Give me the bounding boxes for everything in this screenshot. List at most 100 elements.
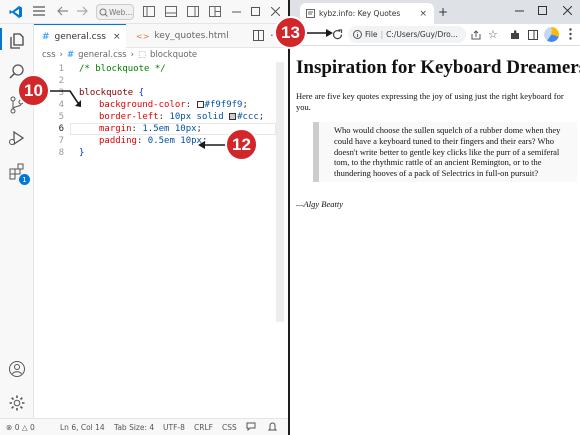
browser-tab-title: kybz.info: Key Quotes — [319, 9, 401, 18]
css-value: 0.5em 10px — [147, 136, 202, 146]
address-bar[interactable]: File | C:/Users/Guy/Dro... — [348, 26, 466, 43]
more-menu-icon[interactable] — [569, 28, 572, 40]
breadcrumb: css › # general.css › ⬚ blockquote — [34, 48, 288, 62]
code-line: background-color: #f9f9f9; — [99, 100, 248, 110]
page-heading: Inspiration for Keyboard Dreamers — [296, 57, 580, 78]
code-editor[interactable]: 1 /* blockquote */ 2 3 blockquote { 4 ba… — [34, 62, 288, 418]
callout-12-arrow — [198, 141, 226, 149]
chevron-right-icon: › — [59, 50, 63, 60]
account-icon[interactable] — [0, 354, 34, 384]
command-center-search[interactable]: Web... — [96, 4, 134, 20]
tab-label: general.css — [54, 31, 106, 42]
css-value: 1.5em 10px — [142, 124, 197, 134]
css-value-prefix: 10px solid — [169, 112, 230, 122]
close-icon[interactable] — [271, 7, 280, 16]
editor-scrollbar[interactable] — [276, 62, 284, 322]
restore-icon[interactable] — [538, 6, 547, 15]
code-line: blockquote { — [79, 87, 144, 99]
info-icon[interactable] — [353, 30, 362, 39]
line-number: 5 — [58, 112, 64, 122]
problems-indicator[interactable]: ⊗ 0 △ 0 — [6, 423, 35, 432]
feedback-icon[interactable] — [246, 422, 256, 431]
breadcrumb-symbol[interactable]: blockquote — [150, 50, 197, 60]
vscode-logo-icon — [9, 5, 23, 19]
tab-key-quotes-html[interactable]: <> key_quotes.html — [126, 24, 251, 48]
color-swatch[interactable] — [196, 101, 204, 108]
search-icon — [99, 8, 108, 17]
toggle-sidebar-icon[interactable] — [143, 6, 155, 17]
address-scheme-label: File — [365, 30, 378, 39]
line-number: 1 — [58, 64, 64, 74]
callout-13: 13 — [274, 16, 307, 49]
tab-general-css[interactable]: # general.css × — [34, 24, 126, 48]
tab-size[interactable]: Tab Size: 4 — [114, 423, 154, 432]
html-file-icon: <> — [136, 31, 150, 41]
language-mode[interactable]: CSS — [222, 423, 237, 432]
forward-arrow-icon[interactable] — [76, 6, 88, 16]
code-line: padding: 0.5em 10px; — [99, 136, 208, 146]
close-icon[interactable] — [563, 6, 572, 15]
share-icon[interactable] — [471, 30, 481, 40]
error-count: 0 — [14, 423, 20, 432]
warning-icon: △ — [21, 423, 28, 432]
line-number: 6 — [58, 124, 64, 134]
css-property: border-left — [99, 112, 159, 122]
css-file-icon: # — [66, 50, 75, 60]
new-tab-button[interactable]: + — [438, 5, 448, 19]
browser-tab[interactable]: kybz.info: Key Quotes × — [300, 3, 434, 24]
run-debug-icon[interactable] — [0, 123, 34, 153]
toggle-panel-icon[interactable] — [165, 6, 177, 17]
bookmark-star-icon[interactable]: ☆ — [488, 28, 498, 41]
color-swatch[interactable] — [229, 113, 237, 120]
explorer-icon[interactable] — [0, 26, 34, 56]
address-text: C:/Users/Guy/Dro... — [386, 30, 458, 39]
open-brace: { — [133, 88, 145, 98]
css-property: background-color — [99, 100, 186, 110]
extensions-icon[interactable]: 1 — [0, 156, 34, 186]
css-property: margin — [99, 124, 132, 134]
search-text: Web... — [109, 7, 133, 17]
customize-layout-icon[interactable] — [209, 6, 221, 17]
minimize-icon[interactable] — [232, 11, 241, 13]
encoding[interactable]: UTF-8 — [163, 423, 185, 432]
error-icon: ⊗ — [6, 423, 13, 432]
back-arrow-icon[interactable] — [57, 6, 69, 16]
css-selector: blockquote — [79, 88, 134, 98]
extensions-puzzle-icon[interactable] — [510, 30, 520, 40]
breadcrumb-folder[interactable]: css — [42, 50, 56, 60]
editor-tabs: # general.css × <> key_quotes.html … — [34, 24, 288, 48]
browser-tab-strip: kybz.info: Key Quotes × + — [290, 0, 580, 24]
warning-count: 0 — [30, 423, 35, 432]
page-intro: Here are five key quotes expressing the … — [296, 91, 564, 112]
css-file-icon: # — [42, 31, 50, 42]
profile-avatar[interactable] — [544, 27, 559, 42]
blockquote: Who would choose the sullen squelch of a… — [313, 122, 577, 182]
vscode-window: Web... 1 # general.css × <> key_quotes.h… — [0, 0, 288, 435]
cursor-position[interactable]: Ln 6, Col 14 — [60, 423, 105, 432]
line-number: 8 — [58, 148, 64, 158]
split-editor-icon[interactable] — [253, 30, 264, 41]
bell-icon[interactable] — [268, 422, 277, 432]
symbol-icon: ⬚ — [138, 50, 147, 60]
close-tab-icon[interactable]: × — [113, 32, 121, 42]
restore-icon[interactable] — [251, 7, 260, 16]
breadcrumb-file[interactable]: general.css — [78, 50, 127, 60]
toggle-secondary-sidebar-icon[interactable] — [187, 6, 199, 17]
page-favicon-icon — [306, 9, 315, 18]
css-value: #f9f9f9 — [204, 100, 243, 110]
line-ending[interactable]: CRLF — [194, 423, 213, 432]
extensions-badge: 1 — [19, 174, 30, 185]
vscode-title-bar: Web... — [0, 0, 288, 24]
chevron-right-icon: › — [130, 50, 135, 60]
tab-label: key_quotes.html — [154, 31, 229, 41]
side-panel-icon[interactable] — [528, 30, 538, 40]
css-value: #ccc — [237, 112, 259, 122]
code-line: margin: 1.5em 10px; — [99, 124, 202, 134]
status-bar: ⊗ 0 △ 0 Ln 6, Col 14 Tab Size: 4 UTF-8 C… — [0, 418, 288, 435]
close-tab-icon[interactable]: × — [419, 9, 427, 19]
settings-gear-icon[interactable] — [0, 388, 34, 418]
line-number: 7 — [58, 136, 64, 146]
menu-icon[interactable] — [33, 6, 45, 16]
browser-window: kybz.info: Key Quotes × + File | C:/User… — [288, 0, 580, 435]
minimize-icon[interactable] — [515, 10, 524, 12]
